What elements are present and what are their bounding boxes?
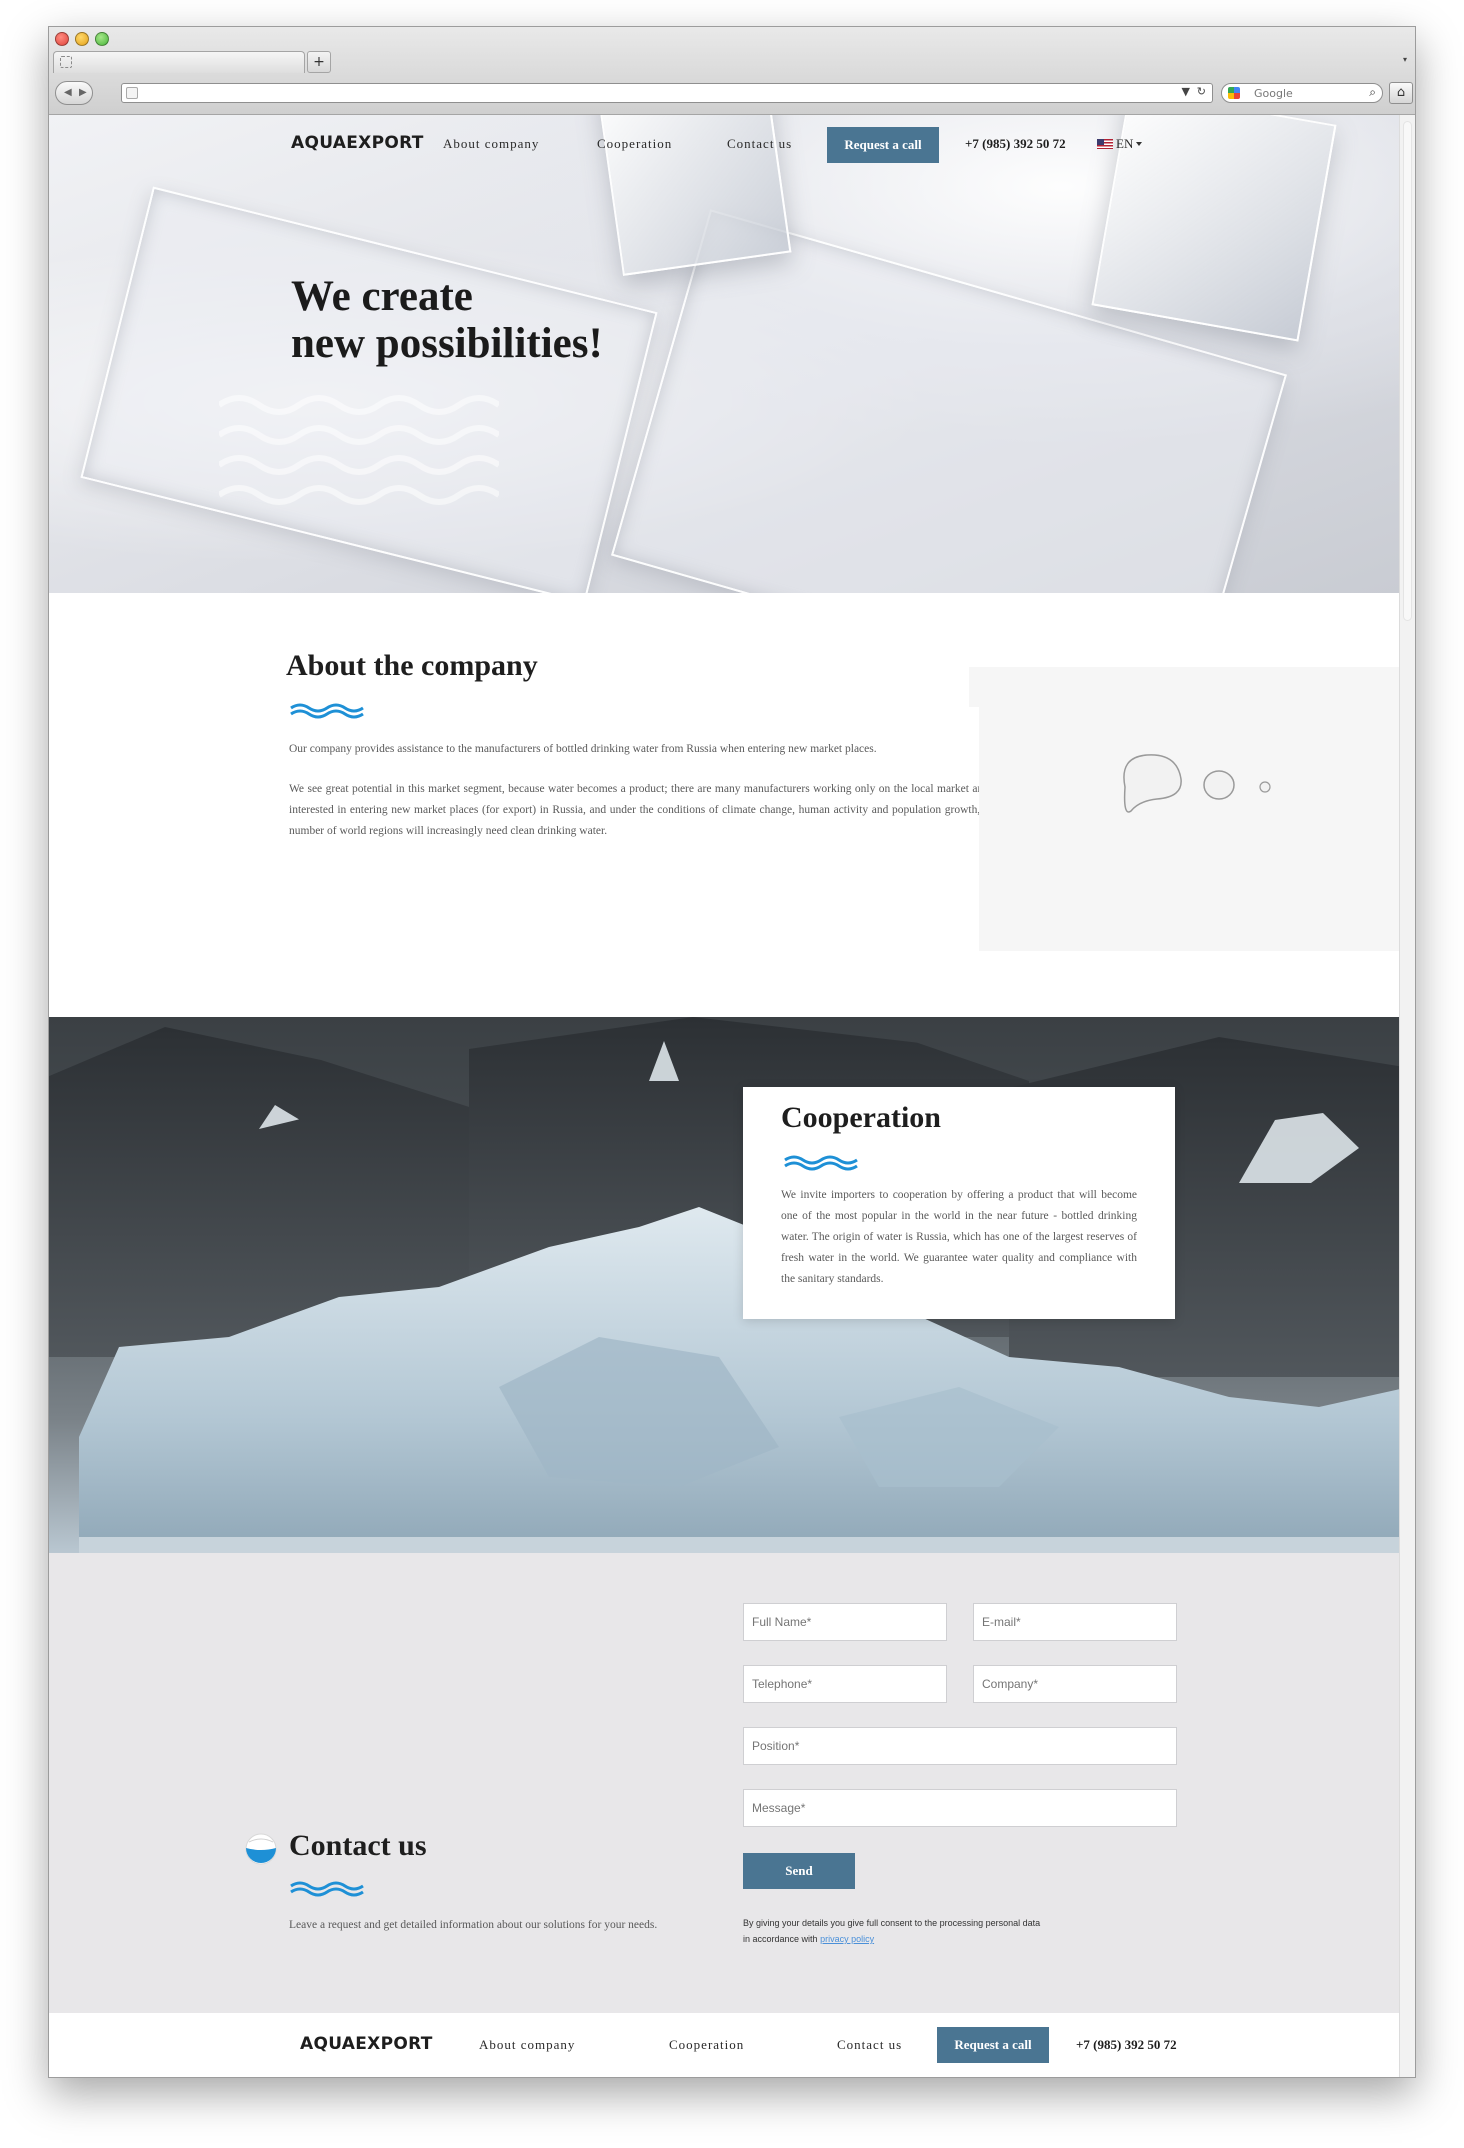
message-input[interactable] <box>743 1789 1177 1827</box>
privacy-policy-link[interactable]: privacy policy <box>820 1934 874 1944</box>
search-placeholder: Google <box>1254 87 1293 100</box>
new-tab-button[interactable]: + <box>307 51 331 73</box>
address-dropdown-icon[interactable]: ▼ <box>1182 85 1190 98</box>
us-flag-icon <box>1097 139 1113 149</box>
cooperation-title: Cooperation <box>781 1101 941 1134</box>
back-arrow-icon[interactable]: ◀ <box>64 87 72 98</box>
request-call-button[interactable]: Request a call <box>827 127 939 163</box>
browser-window: + ▾ ◀ ▶ ▼ ↻ Google ⌕ ⌂ AQUAEXPORT About … <box>48 26 1416 2078</box>
page-icon <box>126 87 138 99</box>
page-favicon-icon <box>60 56 72 68</box>
nav-cooperation[interactable]: Cooperation <box>597 136 672 152</box>
page-scrollbar[interactable] <box>1399 115 1415 2077</box>
about-paragraph-2: We see great potential in this market se… <box>289 783 989 837</box>
cooperation-text: We invite importers to cooperation by of… <box>781 1189 1137 1285</box>
language-selector[interactable]: EN <box>1097 136 1143 152</box>
hero-title-line2: new possibilities! <box>291 320 603 367</box>
email-input[interactable] <box>973 1603 1177 1641</box>
wave-divider-icon <box>290 1881 364 1897</box>
back-forward-buttons: ◀ ▶ <box>55 81 93 105</box>
google-search-engine-icon[interactable] <box>1228 87 1240 99</box>
browser-search-field[interactable]: Google ⌕ <box>1221 83 1383 103</box>
nav-contact-us[interactable]: Contact us <box>727 136 792 152</box>
scrollbar-thumb[interactable] <box>1403 121 1412 621</box>
forward-arrow-icon[interactable]: ▶ <box>79 87 87 98</box>
search-icon[interactable]: ⌕ <box>1369 85 1376 100</box>
reload-icon[interactable]: ↻ <box>1197 85 1206 98</box>
full-name-input[interactable] <box>743 1603 947 1641</box>
zoom-window-icon[interactable] <box>95 32 109 46</box>
hero-title-line1: We create <box>291 273 473 320</box>
hero-title: We create new possibilities! <box>291 273 603 367</box>
contact-title: Contact us <box>289 1829 427 1862</box>
site-footer: AQUAEXPORT About company Cooperation Con… <box>49 2013 1399 2077</box>
language-label: EN <box>1116 136 1134 151</box>
minimize-window-icon[interactable] <box>75 32 89 46</box>
about-title: About the company <box>286 649 538 682</box>
position-input[interactable] <box>743 1727 1177 1765</box>
address-bar[interactable]: ▼ ↻ <box>121 83 1213 103</box>
footer-request-call-button[interactable]: Request a call <box>937 2027 1049 2063</box>
tab-menu-chevron-icon[interactable]: ▾ <box>1403 55 1407 64</box>
water-drops-image <box>979 667 1399 951</box>
hero-section: AQUAEXPORT About company Cooperation Con… <box>49 115 1399 593</box>
embossed-waves-image <box>219 395 499 505</box>
wave-divider-icon <box>784 1155 858 1171</box>
footer-nav-cooperation[interactable]: Cooperation <box>669 2037 744 2053</box>
telephone-input[interactable] <box>743 1665 947 1703</box>
browser-toolbar: + ▾ ◀ ▶ ▼ ↻ Google ⌕ ⌂ <box>49 27 1415 115</box>
about-paragraph-1: Our company provides assistance to the m… <box>289 743 877 755</box>
water-drops-icon <box>1123 754 1271 813</box>
site-header: AQUAEXPORT About company Cooperation Con… <box>49 115 1399 175</box>
browser-tab[interactable] <box>53 51 305 73</box>
iceberg-image <box>79 1207 1399 1553</box>
footer-logo[interactable]: AQUAEXPORT <box>300 2034 433 2054</box>
close-window-icon[interactable] <box>55 32 69 46</box>
home-button[interactable]: ⌂ <box>1389 82 1413 104</box>
nav-about-company[interactable]: About company <box>443 136 539 152</box>
header-phone[interactable]: +7 (985) 392 50 72 <box>965 136 1066 152</box>
site-logo[interactable]: AQUAEXPORT <box>291 133 424 153</box>
cooperation-card: Cooperation We invite importers to coope… <box>743 1087 1175 1319</box>
water-globe-icon <box>245 1833 277 1865</box>
page-viewport: AQUAEXPORT About company Cooperation Con… <box>49 115 1415 2077</box>
cooperation-section: Cooperation We invite importers to coope… <box>49 1017 1399 1553</box>
consent-label: By giving your details you give full con… <box>743 1918 1041 1944</box>
footer-nav-about-company[interactable]: About company <box>479 2037 575 2053</box>
footer-nav-contact-us[interactable]: Contact us <box>837 2037 902 2053</box>
wave-divider-icon <box>290 703 364 719</box>
send-button[interactable]: Send <box>743 1853 855 1889</box>
footer-phone[interactable]: +7 (985) 392 50 72 <box>1076 2037 1177 2053</box>
contact-description: Leave a request and get detailed informa… <box>289 1919 658 1931</box>
company-input[interactable] <box>973 1665 1177 1703</box>
chevron-down-icon <box>1136 142 1143 146</box>
contact-section: Send By giving your details you give ful… <box>49 1553 1399 2013</box>
consent-text: By giving your details you give full con… <box>743 1915 1043 1947</box>
